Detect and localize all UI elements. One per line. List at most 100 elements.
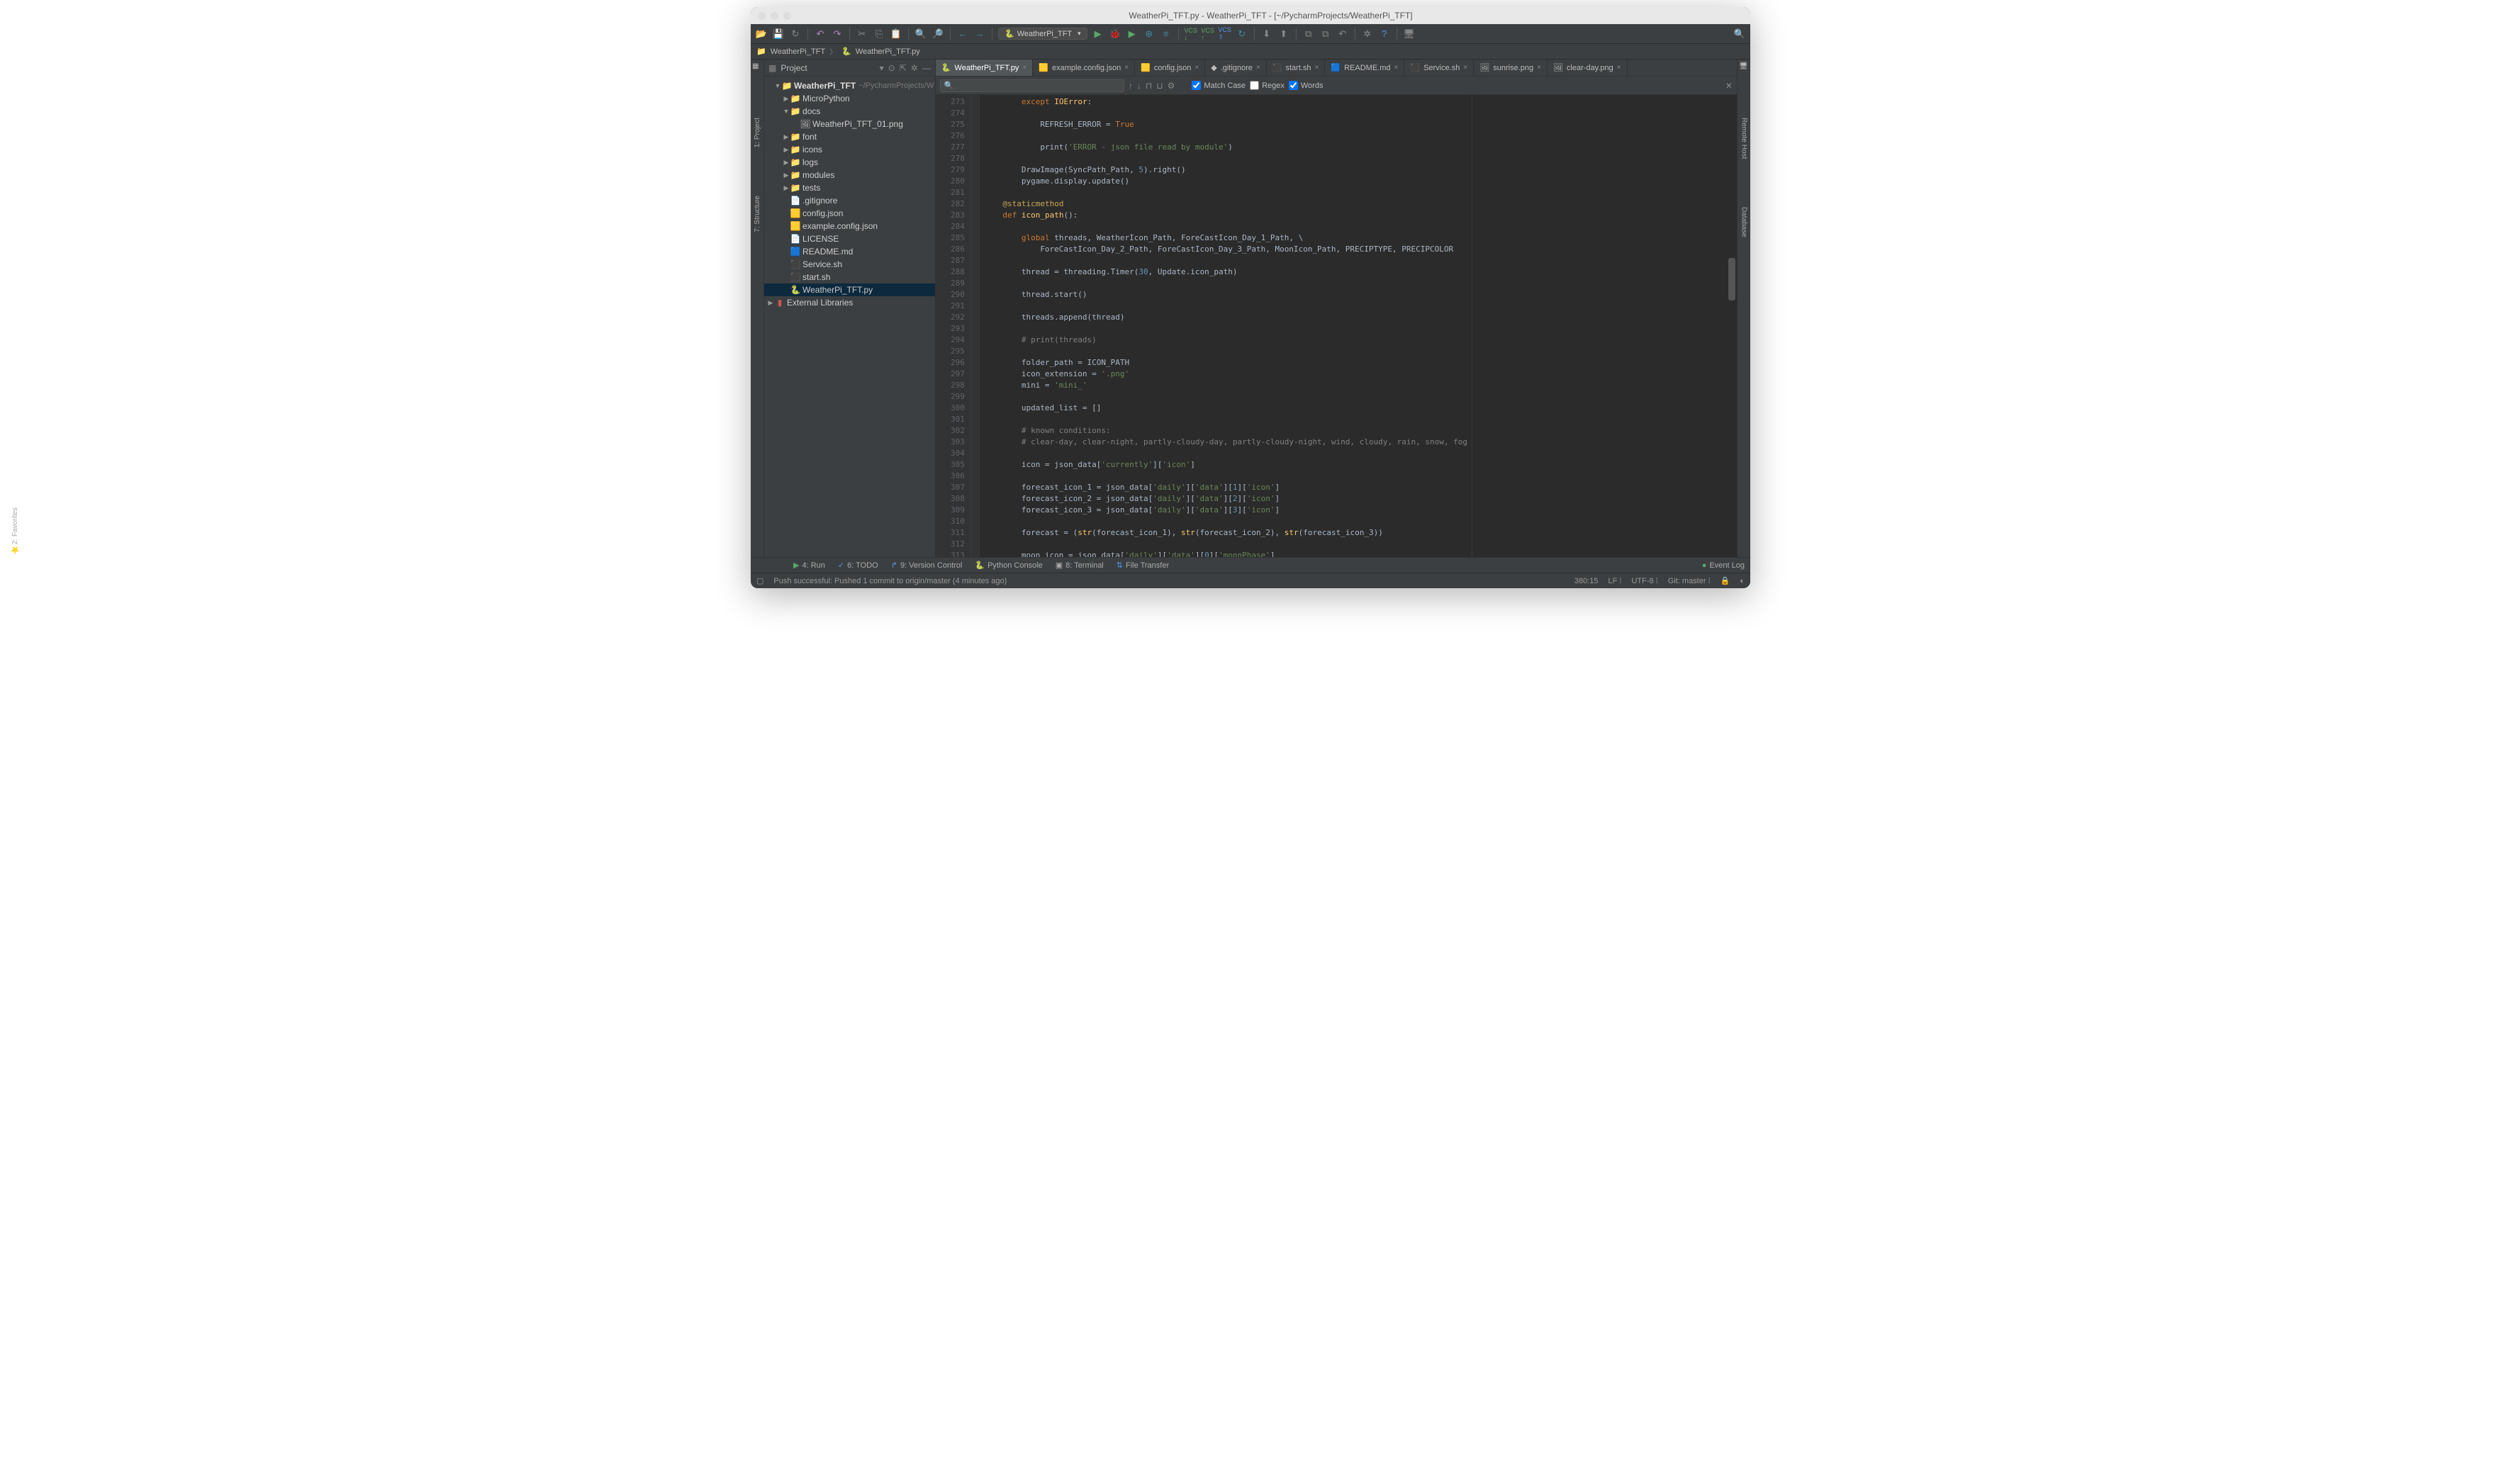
close-tab-icon[interactable]: ×	[1394, 64, 1399, 72]
open-icon[interactable]: 📂	[755, 28, 768, 40]
forward-icon[interactable]: →	[973, 28, 986, 40]
tree-item[interactable]: ▶📁icons	[764, 143, 935, 156]
caret-position[interactable]: 380:15	[1574, 577, 1599, 585]
tree-item[interactable]: ⬛start.sh	[764, 271, 935, 283]
structure-tool-tab[interactable]: 7: Structure	[754, 193, 761, 235]
editor-scrollbar[interactable]	[1727, 95, 1737, 557]
tree-item[interactable]: ▶📁tests	[764, 181, 935, 194]
copy-icon[interactable]: ⎘	[873, 28, 885, 40]
stop-icon[interactable]: ⊕	[1143, 28, 1156, 40]
breadcrumb-file[interactable]: WeatherPi_TFT.py	[856, 47, 920, 56]
vcs-commit-icon[interactable]: VCS↑	[1202, 28, 1214, 40]
coverage-icon[interactable]: ▶	[1126, 28, 1138, 40]
project-tree[interactable]: ▼ 📁 WeatherPi_TFT ~/PycharmProjects/W ▶📁…	[764, 77, 935, 557]
deploy-icon[interactable]: 🖥	[1403, 28, 1416, 40]
paste-icon[interactable]: 📋	[890, 28, 902, 40]
find-icon[interactable]: 🔍	[914, 28, 927, 40]
cut-icon[interactable]: ✂	[856, 28, 868, 40]
upload-icon[interactable]: ⬆	[1277, 28, 1290, 40]
tree-item[interactable]: ▶📁modules	[764, 169, 935, 181]
editor-tab[interactable]: 🟦README.md×	[1325, 60, 1404, 76]
panel-dropdown-icon[interactable]: ▾	[880, 63, 884, 73]
breadcrumb-project[interactable]: WeatherPi_TFT	[771, 47, 825, 56]
scrollbar-thumb[interactable]	[1728, 258, 1735, 300]
tree-item[interactable]: 🐍WeatherPi_TFT.py	[764, 283, 935, 296]
close-tab-icon[interactable]: ×	[1124, 64, 1129, 72]
editor-tab[interactable]: ⬛start.sh×	[1267, 60, 1326, 76]
regex-checkbox[interactable]: Regex	[1250, 81, 1285, 90]
search-everywhere-icon[interactable]: 🔍	[1733, 28, 1746, 40]
terminal-tool-tab[interactable]: ▣8: Terminal	[1056, 561, 1104, 570]
select-all-icon[interactable]: ⊔	[1156, 81, 1163, 91]
remote-host-icon[interactable]: 🖥	[1739, 62, 1749, 72]
close-tab-icon[interactable]: ×	[1022, 64, 1026, 72]
editor-tab[interactable]: 🐍WeatherPi_TFT.py×	[936, 60, 1033, 76]
editor-tab[interactable]: 🟨example.config.json×	[1033, 60, 1135, 76]
editor-tab[interactable]: ⬛Service.sh×	[1404, 60, 1474, 76]
hide-panel-icon[interactable]: —	[922, 63, 931, 73]
revert-icon[interactable]: ↶	[1336, 28, 1349, 40]
search-input[interactable]	[940, 79, 1124, 92]
debug-icon[interactable]: 🐞	[1109, 28, 1121, 40]
settings-icon[interactable]: ✲	[1361, 28, 1374, 40]
project-tool-tab[interactable]: 1: Project	[754, 115, 761, 150]
close-find-icon[interactable]: ✕	[1725, 81, 1733, 91]
run-icon[interactable]: ▶	[1092, 28, 1104, 40]
tree-item[interactable]: 🖼WeatherPi_TFT_01.png	[764, 118, 935, 130]
close-tab-icon[interactable]: ×	[1315, 64, 1319, 72]
scroll-from-source-icon[interactable]: ⊙	[888, 63, 895, 73]
line-separator[interactable]: LF ⁞	[1608, 577, 1622, 585]
replace-icon[interactable]: 🔎	[931, 28, 944, 40]
code-content[interactable]: except IOError: REFRESH_ERROR = True pri…	[980, 95, 1472, 557]
project-view-icon[interactable]: ▦	[768, 63, 776, 73]
tree-item[interactable]: ▶📁MicroPython	[764, 92, 935, 105]
close-tab-icon[interactable]: ×	[1617, 64, 1621, 72]
editor[interactable]: 273 274 275 276 277 278 279 280 281 282 …	[936, 95, 1737, 557]
lock-icon[interactable]: 🔒	[1721, 576, 1730, 585]
vcs-push-icon[interactable]: VCS⇧	[1219, 28, 1231, 40]
file-transfer-tab[interactable]: ⇅File Transfer	[1117, 561, 1169, 570]
tree-item[interactable]: 🟨config.json	[764, 207, 935, 220]
git-branch[interactable]: Git: master ⁞	[1668, 577, 1711, 585]
tree-item[interactable]: ⬛Service.sh	[764, 258, 935, 271]
filter-icon[interactable]: ⚙	[1168, 81, 1175, 91]
minimize-window-button[interactable]	[771, 12, 778, 20]
next-match-icon[interactable]: ↓	[1137, 81, 1141, 91]
run-configuration-select[interactable]: 🐍 WeatherPi_TFT	[998, 28, 1087, 40]
tree-item[interactable]: ▶📁font	[764, 130, 935, 143]
indent-icon[interactable]: ≡	[1160, 28, 1173, 40]
remote-host-tab[interactable]: Remote Host	[1740, 115, 1747, 162]
redo-icon[interactable]: ↷	[831, 28, 844, 40]
back-icon[interactable]: ←	[956, 28, 969, 40]
favorites-tool-tab[interactable]: ⭐ 2: Favorites	[11, 507, 19, 555]
add-selection-icon[interactable]: ⊓	[1146, 81, 1152, 91]
inspector-icon[interactable]: ◐	[1740, 577, 1745, 585]
editor-tab[interactable]: ◆.gitignore×	[1205, 60, 1267, 76]
file-encoding[interactable]: UTF-8 ⁞	[1631, 577, 1657, 585]
vcs-tool-tab[interactable]: ↱9: Version Control	[891, 561, 963, 570]
help-icon[interactable]: ?	[1378, 28, 1391, 40]
words-checkbox[interactable]: Words	[1289, 81, 1324, 90]
close-tab-icon[interactable]: ×	[1537, 64, 1541, 72]
editor-tab[interactable]: 🟨config.json×	[1135, 60, 1205, 76]
collapse-all-icon[interactable]: ⇱	[900, 63, 907, 73]
external-libraries[interactable]: ▶ ▮ External Libraries	[764, 296, 935, 309]
undo-icon[interactable]: ↶	[814, 28, 827, 40]
sync-icon[interactable]: ↻	[1236, 28, 1248, 40]
editor-tab[interactable]: 🖼clear-day.png×	[1548, 60, 1628, 76]
event-log-tab[interactable]: ●Event Log	[1702, 561, 1745, 570]
panel-settings-icon[interactable]: ✲	[911, 63, 918, 73]
zoom-window-button[interactable]	[783, 12, 791, 20]
close-window-button[interactable]	[758, 12, 766, 20]
match-case-checkbox[interactable]: Match Case	[1192, 81, 1246, 90]
status-icon[interactable]: ▢	[756, 576, 763, 585]
python-console-tab[interactable]: 🐍Python Console	[975, 561, 1042, 570]
vcs-update-icon[interactable]: VCS↓	[1185, 28, 1197, 40]
todo-tool-tab[interactable]: ✓6: TODO	[838, 561, 878, 570]
download-icon[interactable]: ⬇	[1260, 28, 1273, 40]
close-tab-icon[interactable]: ×	[1256, 64, 1260, 72]
prev-match-icon[interactable]: ↑	[1129, 81, 1133, 91]
tree-item[interactable]: 📄LICENSE	[764, 232, 935, 245]
project-stripe-icon[interactable]: ▦	[752, 62, 762, 72]
refresh-icon[interactable]: ↻	[789, 28, 802, 40]
